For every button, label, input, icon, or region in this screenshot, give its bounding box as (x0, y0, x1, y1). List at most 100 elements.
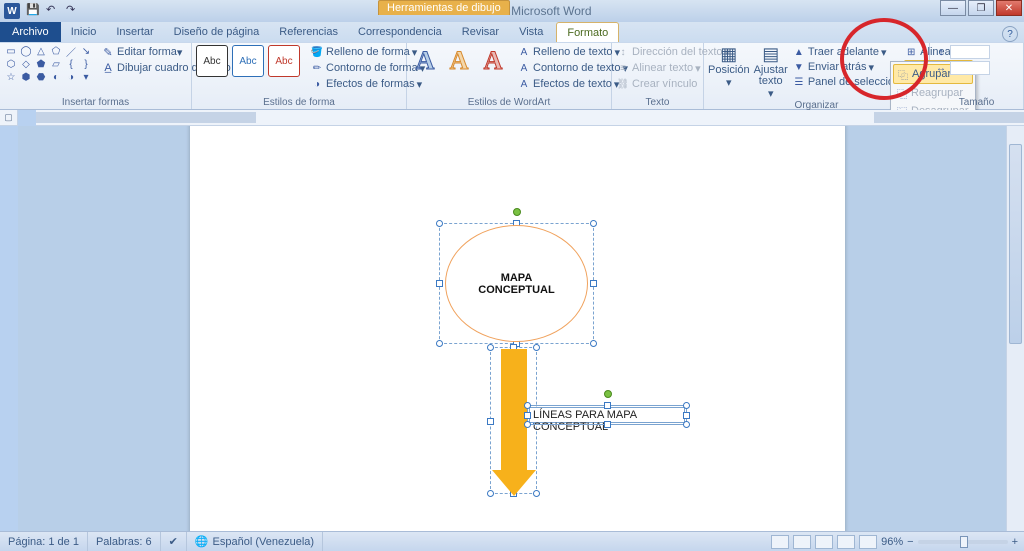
status-proofing[interactable]: ✔ (161, 532, 187, 551)
tab-format[interactable]: Formato (556, 22, 619, 42)
group-insert-shapes: ▭◯△⬠／↘ ⬡◇⬟▱{} ☆⬢⬣◐◑▾ ✎Editar forma ▾ A̲D… (0, 43, 192, 109)
group-label: Estilos de WordArt (411, 97, 607, 109)
shape-style-swatch[interactable]: Abc (268, 45, 300, 77)
ruler-row: ▢ (0, 110, 1024, 126)
shape-style-swatch[interactable]: Abc (232, 45, 264, 77)
text-direction-icon: ↕ (616, 45, 630, 59)
wordart-swatch[interactable]: A (411, 45, 439, 77)
minimize-button[interactable]: — (940, 0, 966, 16)
language-icon: 🌐 (195, 535, 209, 548)
resize-handle[interactable] (683, 412, 690, 419)
proofing-icon: ✔ (169, 535, 178, 548)
zoom-in-button[interactable]: + (1012, 536, 1018, 548)
view-outline-button[interactable] (837, 535, 855, 549)
group-label: Texto (616, 97, 699, 109)
selection-box-textbox[interactable] (527, 405, 687, 425)
resize-handle[interactable] (604, 421, 611, 428)
status-page[interactable]: Página: 1 de 1 (0, 532, 88, 551)
position-button[interactable]: ▦ Posición▾ (708, 45, 750, 89)
tab-layout[interactable]: Diseño de página (164, 22, 270, 42)
zoom-level[interactable]: 96% (881, 536, 903, 548)
shapes-gallery[interactable]: ▭◯△⬠／↘ ⬡◇⬟▱{} ☆⬢⬣◐◑▾ (4, 45, 93, 83)
zoom-slider-thumb[interactable] (960, 536, 968, 548)
text-fill-icon: A (517, 45, 531, 59)
selection-pane-icon: ☰ (792, 75, 806, 89)
group-wordart-styles: A A A ARelleno de texto ▾ AContorno de t… (407, 43, 612, 109)
group-text: ↕Dirección del texto ▾ ≡Alinear texto ▾ … (612, 43, 704, 109)
resize-handle[interactable] (436, 220, 443, 227)
group-label: Insertar formas (4, 97, 187, 109)
text-outline-icon: A (517, 61, 531, 75)
wordart-swatch[interactable]: A (479, 45, 507, 77)
resize-handle[interactable] (604, 402, 611, 409)
ruler-corner[interactable]: ▢ (0, 110, 18, 126)
edit-shape-icon: ✎ (101, 45, 115, 59)
vertical-scrollbar[interactable] (1006, 126, 1024, 531)
zoom-slider[interactable] (918, 540, 1008, 544)
group-icon: ⿻ (898, 67, 908, 81)
selection-pane-button[interactable]: ☰Panel de selección (792, 75, 900, 89)
wordart-swatch[interactable]: A (445, 45, 473, 77)
resize-handle[interactable] (524, 412, 531, 419)
resize-handle[interactable] (590, 220, 597, 227)
outline-icon: ✏ (310, 61, 324, 75)
tab-mail[interactable]: Correspondencia (348, 22, 452, 42)
width-icon: ↔ (934, 61, 948, 75)
group-shape-styles: Abc Abc Abc 🪣Relleno de forma ▾ ✏Contorn… (192, 43, 407, 109)
bring-forward-button[interactable]: ▲Traer adelante ▾ (792, 45, 900, 59)
arrow-head (492, 470, 536, 496)
width-input[interactable]: ↔ (934, 61, 990, 75)
resize-handle[interactable] (524, 421, 531, 428)
arrow-shape[interactable] (501, 349, 527, 471)
tab-references[interactable]: Referencias (269, 22, 348, 42)
resize-handle[interactable] (590, 280, 597, 287)
wordart-gallery[interactable]: A A A (411, 45, 507, 77)
shape-style-gallery[interactable]: Abc Abc Abc (196, 45, 300, 77)
resize-handle[interactable] (487, 344, 494, 351)
status-language[interactable]: 🌐Español (Venezuela) (187, 532, 323, 551)
shape-style-swatch[interactable]: Abc (196, 45, 228, 77)
resize-handle[interactable] (683, 421, 690, 428)
document-area[interactable]: MAPA CONCEPTUAL LÍNEAS PARA MAPA CONCEPT… (18, 126, 1006, 531)
resize-handle[interactable] (683, 402, 690, 409)
send-backward-button[interactable]: ▼Enviar atrás ▾ (792, 60, 900, 74)
scrollbar-thumb[interactable] (1009, 144, 1022, 344)
resize-handle[interactable] (524, 402, 531, 409)
resize-handle[interactable] (436, 340, 443, 347)
send-backward-icon: ▼ (792, 60, 806, 74)
save-icon[interactable]: 💾 (26, 3, 42, 19)
tab-view[interactable]: Vista (509, 22, 553, 42)
undo-icon[interactable]: ↶ (46, 3, 62, 19)
view-fullscreen-button[interactable] (793, 535, 811, 549)
height-input[interactable]: ↕ (934, 45, 990, 59)
group-label: Tamaño (934, 97, 1019, 109)
resize-handle[interactable] (436, 280, 443, 287)
rotation-handle-icon[interactable] (513, 208, 521, 216)
window-controls: — ❐ ✕ (938, 0, 1022, 16)
resize-handle[interactable] (590, 340, 597, 347)
effects-icon: ◑ (310, 77, 324, 91)
horizontal-ruler[interactable] (36, 110, 1024, 126)
tab-home[interactable]: Inicio (61, 22, 107, 42)
tab-review[interactable]: Revisar (452, 22, 509, 42)
view-draft-button[interactable] (859, 535, 877, 549)
view-print-layout-button[interactable] (771, 535, 789, 549)
close-button[interactable]: ✕ (996, 0, 1022, 16)
resize-handle[interactable] (533, 344, 540, 351)
wrap-text-button[interactable]: ▤ Ajustar texto▾ (754, 45, 788, 100)
window-title: Documento1 - Microsoft Word (0, 4, 1024, 18)
resize-handle[interactable] (487, 418, 494, 425)
redo-icon[interactable]: ↷ (66, 3, 82, 19)
group-size: ↕ ↔ Tamaño (930, 43, 1024, 109)
oval-shape[interactable]: MAPA CONCEPTUAL (445, 225, 588, 342)
tab-file[interactable]: Archivo (0, 22, 61, 42)
quick-access-toolbar: 💾 ↶ ↷ (26, 3, 82, 19)
maximize-button[interactable]: ❐ (968, 0, 994, 16)
rotation-handle-icon[interactable] (604, 390, 612, 398)
status-words[interactable]: Palabras: 6 (88, 532, 161, 551)
view-web-button[interactable] (815, 535, 833, 549)
height-icon: ↕ (934, 45, 948, 59)
tab-insert[interactable]: Insertar (106, 22, 163, 42)
help-icon[interactable]: ? (1002, 26, 1018, 42)
zoom-out-button[interactable]: − (907, 536, 913, 548)
